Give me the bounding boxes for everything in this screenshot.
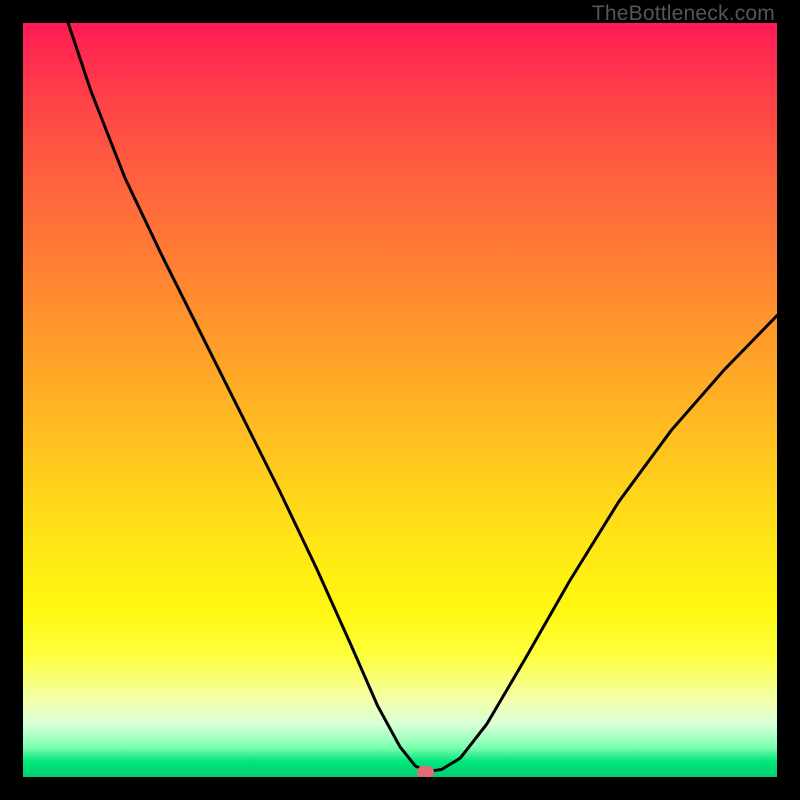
bottleneck-curve xyxy=(23,23,777,777)
chart-frame xyxy=(23,23,777,777)
optimal-point-marker xyxy=(417,766,434,777)
